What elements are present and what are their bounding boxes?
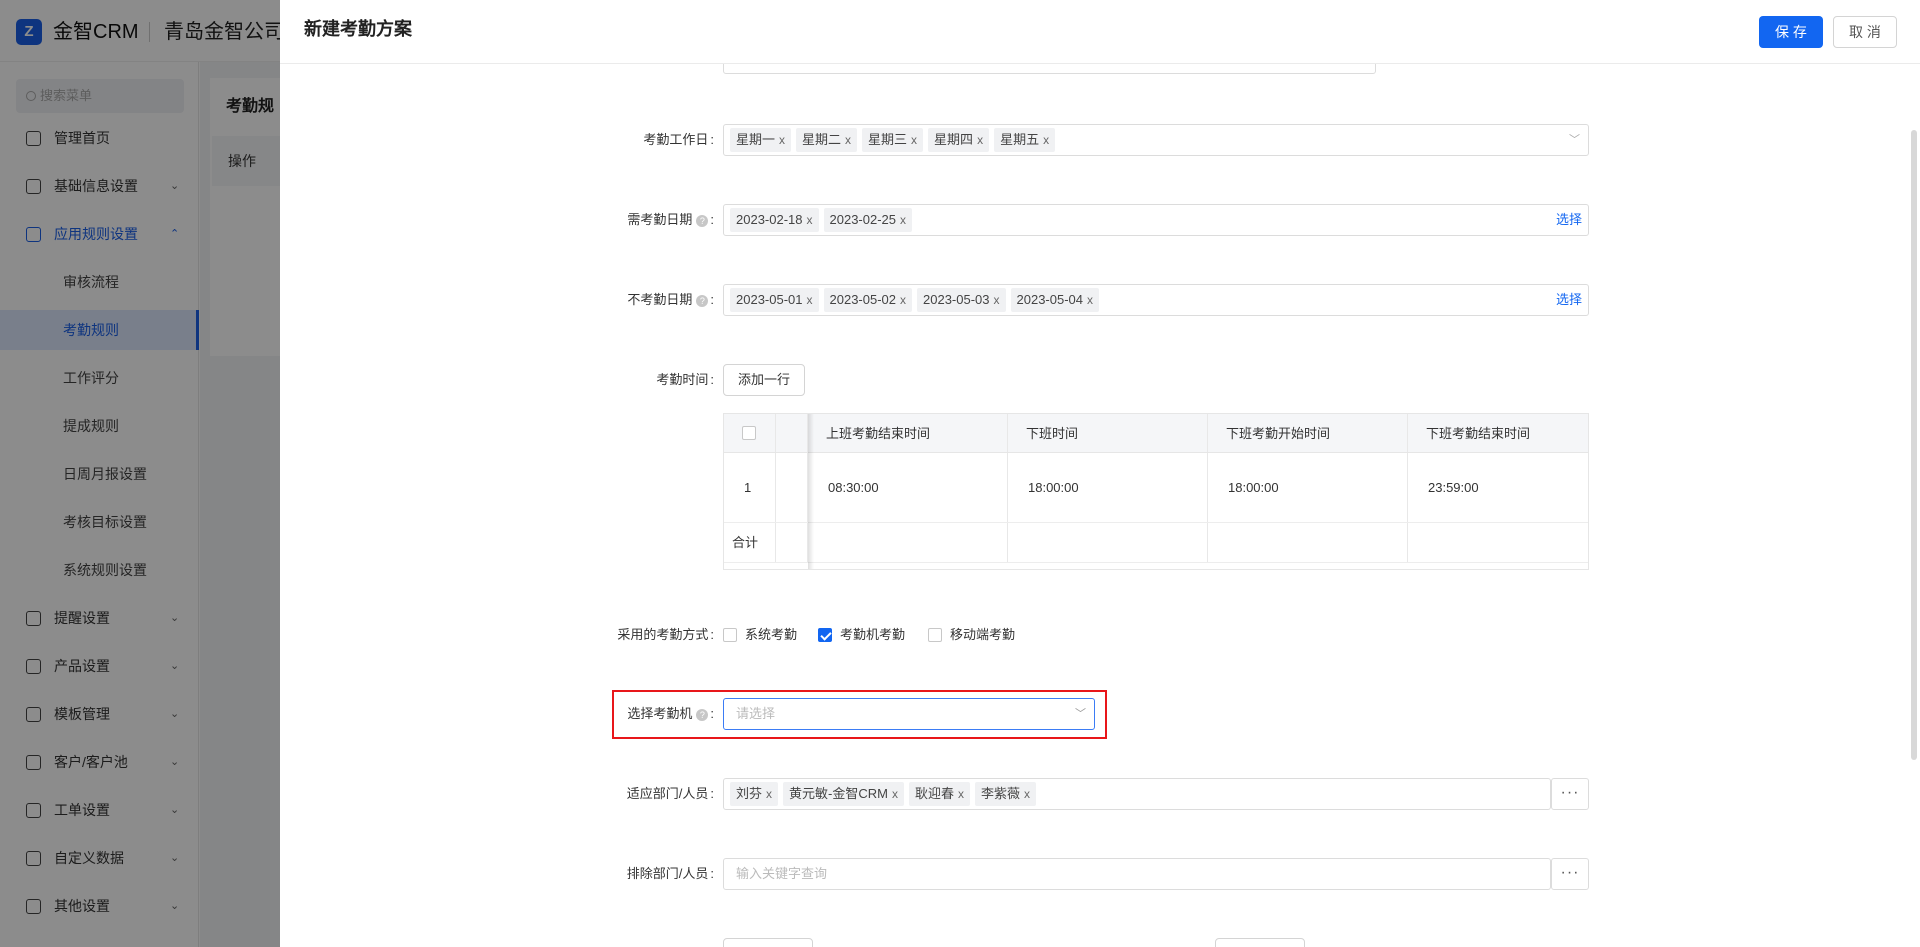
tag-date: 2023-05-02 x bbox=[823, 288, 912, 312]
close-icon[interactable]: x bbox=[977, 133, 983, 147]
table-cell[interactable]: 18:00:00 bbox=[1008, 453, 1208, 522]
more-icon[interactable]: ··· bbox=[1551, 778, 1589, 810]
tag-date: 2023-05-03 x bbox=[917, 288, 1006, 312]
chevron-down-icon: ﹀ bbox=[1075, 708, 1086, 720]
machine-label: 选择考勤机?: bbox=[627, 706, 714, 721]
table-cell bbox=[776, 523, 808, 562]
tag-person: 耿迎春 x bbox=[908, 782, 970, 806]
add-row-button[interactable]: 添加一行 bbox=[723, 364, 806, 396]
table-cell[interactable]: 23:59:00 bbox=[1408, 453, 1588, 522]
app-root: Z 金智CRM 青岛金智公司 搜索菜单 管理首页 基础信息设置 ⌄ 应用规则设置… bbox=[0, 0, 1920, 947]
more-icon[interactable]: ··· bbox=[1551, 858, 1589, 890]
tag-date: 2023-02-18 x bbox=[730, 208, 819, 232]
tag-workday: 星期四 x bbox=[928, 128, 990, 152]
checkbox-checked[interactable] bbox=[818, 628, 832, 642]
tag-date: 2023-05-04 x bbox=[1010, 288, 1099, 312]
tag-workday: 星期一 x bbox=[730, 128, 792, 152]
required-dates-field[interactable]: 2023-02-18 x 2023-02-25 x 选择 bbox=[723, 204, 1589, 236]
close-icon[interactable]: x bbox=[900, 293, 906, 307]
close-icon[interactable]: x bbox=[1024, 787, 1030, 801]
close-icon[interactable]: x bbox=[779, 133, 785, 147]
select-all-checkbox[interactable] bbox=[742, 426, 756, 440]
attendance-time-table: 上班考勤结束时间 下班时间 下班考勤开始时间 下班考勤结束时间 1 08:30:… bbox=[723, 413, 1589, 570]
close-icon[interactable]: x bbox=[1087, 293, 1093, 307]
tag-person: 李紫薇 x bbox=[974, 782, 1036, 806]
help-icon[interactable]: ? bbox=[696, 295, 709, 307]
chevron-down-icon: ﹀ bbox=[1569, 134, 1580, 146]
bottom-button[interactable] bbox=[723, 938, 813, 947]
close-icon[interactable]: x bbox=[845, 133, 851, 147]
exclude-label: 排除部门/人员: bbox=[626, 866, 714, 881]
table-header-cell: 上班考勤结束时间 bbox=[808, 414, 1008, 452]
table-header-cell: 下班时间 bbox=[1008, 414, 1208, 452]
method-mobile-checkbox[interactable]: 移动端考勤 bbox=[928, 627, 1015, 643]
exclude-search-input[interactable]: 输入关键字查询 bbox=[723, 858, 1551, 890]
methods-label: 采用的考勤方式: bbox=[617, 627, 714, 642]
table-cell bbox=[776, 453, 808, 522]
workdays-select[interactable]: 星期一 x 星期二 x 星期三 x 星期四 x 星期五 x ﹀ bbox=[723, 124, 1589, 156]
help-icon[interactable]: ? bbox=[696, 709, 709, 721]
workdays-label: 考勤工作日: bbox=[643, 132, 714, 147]
exclude-placeholder: 输入关键字查询 bbox=[736, 866, 828, 881]
table-header-cell: 下班考勤结束时间 bbox=[1408, 414, 1588, 452]
departments-label: 适应部门/人员: bbox=[626, 786, 714, 801]
total-label: 合计 bbox=[724, 523, 776, 562]
modal-overlay[interactable] bbox=[0, 0, 280, 947]
select-link[interactable]: 选择 bbox=[1556, 285, 1582, 315]
tag-workday: 星期五 x bbox=[994, 128, 1056, 152]
machine-select[interactable]: 请选择 ﹀ bbox=[723, 698, 1095, 730]
close-icon[interactable]: x bbox=[1043, 133, 1049, 147]
save-button[interactable]: 保 存 bbox=[1759, 16, 1823, 48]
checkbox[interactable] bbox=[928, 628, 942, 642]
excluded-dates-label: 不考勤日期?: bbox=[627, 292, 714, 307]
cancel-button[interactable]: 取 消 bbox=[1833, 16, 1897, 48]
close-icon[interactable]: x bbox=[807, 293, 813, 307]
drawer-header: 新建考勤方案 保 存 取 消 bbox=[280, 0, 1920, 64]
machine-select-placeholder: 请选择 bbox=[736, 706, 776, 721]
attendance-time-label: 考勤时间: bbox=[656, 372, 714, 387]
tag-workday: 星期三 x bbox=[862, 128, 924, 152]
excluded-dates-field[interactable]: 2023-05-01 x 2023-05-02 x 2023-05-03 x 2023-05… bbox=[723, 284, 1589, 316]
drawer-title: 新建考勤方案 bbox=[304, 19, 412, 39]
table-cell bbox=[808, 523, 1008, 562]
departments-field[interactable]: 刘芬 x 黄元敏-金智CRM x 耿迎春 x 李紫薇 x bbox=[723, 778, 1551, 810]
table-header-row: 上班考勤结束时间 下班时间 下班考勤开始时间 下班考勤结束时间 bbox=[724, 414, 1588, 453]
table-total-row: 合计 bbox=[724, 523, 1588, 563]
close-icon[interactable]: x bbox=[911, 133, 917, 147]
new-attendance-plan-drawer: 新建考勤方案 保 存 取 消 考勤工作日: 星期一 x 星期二 x 星期三 x 星期四 x 星期… bbox=[280, 0, 1920, 947]
tag-date: 2023-05-01 x bbox=[730, 288, 819, 312]
method-machine-checkbox[interactable]: 考勤机考勤 bbox=[818, 627, 905, 643]
bottom-button[interactable] bbox=[1215, 938, 1305, 947]
help-icon[interactable]: ? bbox=[696, 215, 709, 227]
row-index: 1 bbox=[724, 453, 776, 522]
close-icon[interactable]: x bbox=[892, 787, 898, 801]
select-link[interactable]: 选择 bbox=[1556, 205, 1582, 235]
table-header-cell: 下班考勤开始时间 bbox=[1208, 414, 1408, 452]
close-icon[interactable]: x bbox=[958, 787, 964, 801]
tag-workday: 星期二 x bbox=[796, 128, 858, 152]
tag-person: 刘芬 x bbox=[730, 782, 779, 806]
table-row: 1 08:30:00 18:00:00 18:00:00 23:59:00 bbox=[724, 453, 1588, 523]
close-icon[interactable]: x bbox=[766, 787, 772, 801]
table-cell bbox=[1408, 523, 1588, 562]
scrollbar[interactable] bbox=[1911, 130, 1917, 760]
frozen-column-shadow bbox=[808, 414, 814, 569]
checkbox[interactable] bbox=[723, 628, 737, 642]
table-cell[interactable]: 08:30:00 bbox=[808, 453, 1008, 522]
required-dates-label: 需考勤日期?: bbox=[627, 212, 714, 227]
table-cell bbox=[1008, 523, 1208, 562]
table-header-cell bbox=[776, 414, 808, 452]
table-header-checkbox-cell bbox=[724, 414, 776, 452]
table-cell[interactable]: 18:00:00 bbox=[1208, 453, 1408, 522]
tag-person: 黄元敏-金智CRM x bbox=[783, 782, 904, 806]
tag-date: 2023-02-25 x bbox=[823, 208, 912, 232]
method-system-checkbox[interactable]: 系统考勤 bbox=[723, 627, 797, 643]
table-cell bbox=[1208, 523, 1408, 562]
close-icon[interactable]: x bbox=[807, 213, 813, 227]
close-icon[interactable]: x bbox=[900, 213, 906, 227]
close-icon[interactable]: x bbox=[994, 293, 1000, 307]
